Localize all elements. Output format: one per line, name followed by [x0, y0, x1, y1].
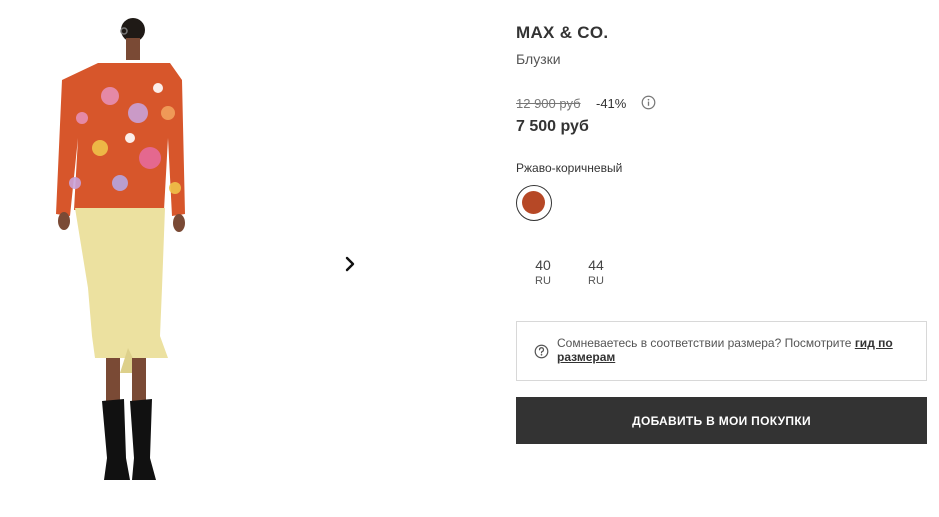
size-help-text: Сомневаетесь в соответствии размера? Пос…: [557, 336, 917, 364]
old-price: 12 900 руб: [516, 96, 581, 111]
size-help-box: Сомневаетесь в соответствии размера? Пос…: [516, 321, 927, 381]
current-price: 7 500 руб: [516, 118, 589, 135]
product-gallery: [0, 0, 480, 517]
chevron-right-icon[interactable]: [340, 254, 360, 274]
brand-name: MAX & CO.: [516, 23, 609, 42]
discount-badge: -41%: [596, 96, 627, 111]
info-icon[interactable]: [641, 95, 656, 110]
size-value: 40: [535, 257, 551, 273]
color-swatch[interactable]: [516, 185, 552, 221]
product-category: Блузки: [516, 51, 561, 67]
color-name: Ржаво-коричневый: [516, 161, 623, 175]
size-unit: RU: [535, 275, 551, 287]
add-to-cart-button[interactable]: ДОБАВИТЬ В МОИ ПОКУПКИ: [516, 397, 927, 444]
color-swatch-fill: [522, 191, 545, 214]
size-option-40[interactable]: 40 RU: [525, 257, 561, 287]
product-image: [56, 18, 185, 480]
question-icon: [534, 344, 549, 359]
size-help-message: Сомневаетесь в соответствии размера? Пос…: [557, 336, 855, 350]
size-unit: RU: [588, 275, 604, 287]
size-option-44[interactable]: 44 RU: [578, 257, 614, 287]
size-value: 44: [588, 257, 604, 273]
